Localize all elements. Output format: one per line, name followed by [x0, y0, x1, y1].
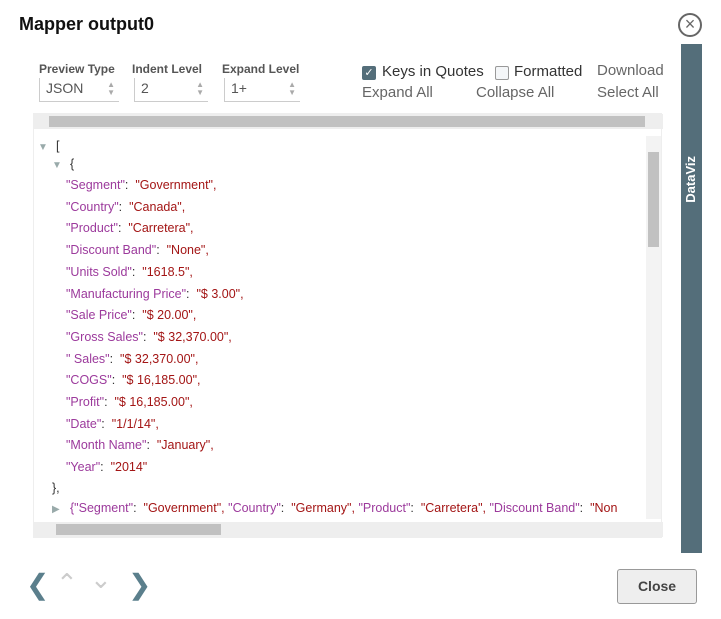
open-bracket: [ [56, 139, 60, 153]
json-value: "$ 16,185.00", [114, 395, 193, 409]
json-value: "Germany", [291, 501, 355, 515]
json-value: "Canada", [129, 199, 186, 214]
select-all-link[interactable]: Select All [597, 84, 659, 101]
collapse-triangle-icon[interactable]: ▼ [52, 160, 62, 171]
preview-type-label: Preview Type [39, 62, 115, 76]
expand-level-label: Expand Level [222, 62, 300, 76]
json-value: "1/1/14", [111, 416, 159, 431]
formatted-checkbox[interactable] [495, 66, 509, 80]
dataviz-label: DataViz [683, 156, 698, 203]
json-value: "$ 32,370.00", [120, 351, 199, 366]
json-key: {"Segment" [70, 501, 134, 515]
close-brace: }, [52, 481, 60, 495]
down-icon[interactable]: ⌃ [90, 562, 112, 593]
json-preview: ▼ [ ▼ { "Segment": "Government", "Country… [33, 113, 663, 538]
open-brace: { [70, 157, 75, 171]
json-field: "Date": "1/1/14", [66, 416, 159, 431]
top-horizontal-scrollbar[interactable] [34, 114, 663, 129]
spinner-icon: ▲ ▼ [288, 80, 296, 97]
previous-icon[interactable]: ❮ [26, 568, 49, 601]
json-field: "Country": "Canada", [66, 199, 186, 214]
vertical-scrollbar[interactable] [646, 136, 661, 519]
download-link[interactable]: Download [597, 62, 667, 79]
json-value: "None", [166, 243, 209, 258]
collapse-all-link[interactable]: Collapse All [476, 84, 554, 101]
expand-level-value: 1+ [231, 80, 247, 96]
json-field: " Sales": "$ 32,370.00", [66, 351, 199, 366]
json-key: "Gross Sales" [66, 329, 143, 344]
spinner-icon: ▲ ▼ [107, 80, 115, 97]
json-key: "Units Sold" [66, 264, 132, 279]
json-field: "Gross Sales": "$ 32,370.00", [66, 329, 232, 344]
collapse-triangle-icon[interactable]: ▼ [38, 142, 48, 153]
json-key: "Month Name" [66, 438, 147, 453]
keys-in-quotes-checkbox[interactable]: ✓ [362, 66, 376, 80]
close-button[interactable]: Close [617, 569, 697, 604]
json-field: "Product": "Carretera", [66, 221, 194, 236]
expand-triangle-icon[interactable]: ▶ [52, 504, 60, 515]
up-icon[interactable]: ⌃ [56, 568, 78, 599]
json-field: "Year": "2014" [66, 460, 148, 475]
json-key: "Sale Price" [66, 308, 132, 323]
next-icon[interactable]: ❯ [128, 568, 151, 601]
json-field: "Sale Price": "$ 20.00", [66, 308, 197, 323]
json-field: "Units Sold": "1618.5", [66, 264, 193, 279]
json-key: "Product" [66, 221, 118, 236]
json-key: "Date" [66, 416, 102, 431]
json-key: "Product" [358, 501, 411, 515]
json-value: "Carretera", [128, 221, 194, 236]
json-key: "Year" [66, 460, 101, 475]
json-value: "2014" [110, 460, 148, 475]
json-value: "$ 16,185.00", [122, 373, 201, 388]
json-key: "Profit" [66, 395, 105, 409]
json-field: "Segment": "Government", [66, 178, 217, 192]
dataviz-sidebar[interactable]: DataViz [681, 44, 702, 553]
keys-in-quotes-label[interactable]: Keys in Quotes [382, 63, 484, 80]
json-value: "$ 32,370.00", [153, 329, 232, 344]
json-key: "Manufacturing Price" [66, 286, 187, 301]
json-value: "Government", [143, 501, 225, 515]
formatted-label[interactable]: Formatted [514, 63, 582, 80]
json-value: "$ 20.00", [142, 308, 197, 323]
json-key: "Segment" [66, 178, 125, 192]
spinner-icon: ▲ ▼ [196, 80, 204, 97]
json-field: "Discount Band": "None", [66, 243, 209, 258]
collapsed-record[interactable]: {"Segment": "Government", "Country": "Ge… [70, 501, 644, 515]
json-field: "Month Name": "January", [66, 438, 214, 453]
close-icon[interactable]: × [678, 13, 702, 37]
indent-level-label: Indent Level [132, 62, 203, 76]
json-value: "Government", [135, 178, 217, 192]
indent-level-select[interactable]: 2 ▲ ▼ [134, 78, 208, 102]
expand-level-select[interactable]: 1+ ▲ ▼ [224, 78, 300, 102]
indent-level-value: 2 [141, 80, 149, 96]
json-key: "Discount Band" [66, 243, 157, 258]
json-key: "Country" [66, 199, 119, 214]
dialog-title: Mapper output0 [19, 14, 154, 34]
json-value: "$ 3.00", [196, 286, 244, 301]
json-value: "January", [156, 438, 214, 453]
json-key: " Sales" [66, 351, 110, 366]
json-field: "Manufacturing Price": "$ 3.00", [66, 286, 244, 301]
json-value: "Carretera", [420, 501, 486, 515]
json-value: "1618.5", [142, 264, 193, 279]
preview-type-value: JSON [46, 80, 84, 96]
json-key: "Discount Band" [489, 501, 580, 515]
expand-all-link[interactable]: Expand All [362, 84, 433, 101]
json-value: "Non [590, 501, 618, 515]
json-key: "COGS" [66, 373, 112, 388]
bottom-horizontal-scrollbar[interactable] [34, 522, 663, 537]
preview-type-select[interactable]: JSON ▲ ▼ [39, 78, 119, 102]
json-key: "Country" [228, 501, 281, 515]
json-field: "Profit": "$ 16,185.00", [66, 395, 193, 409]
json-field: "COGS": "$ 16,185.00", [66, 373, 201, 388]
